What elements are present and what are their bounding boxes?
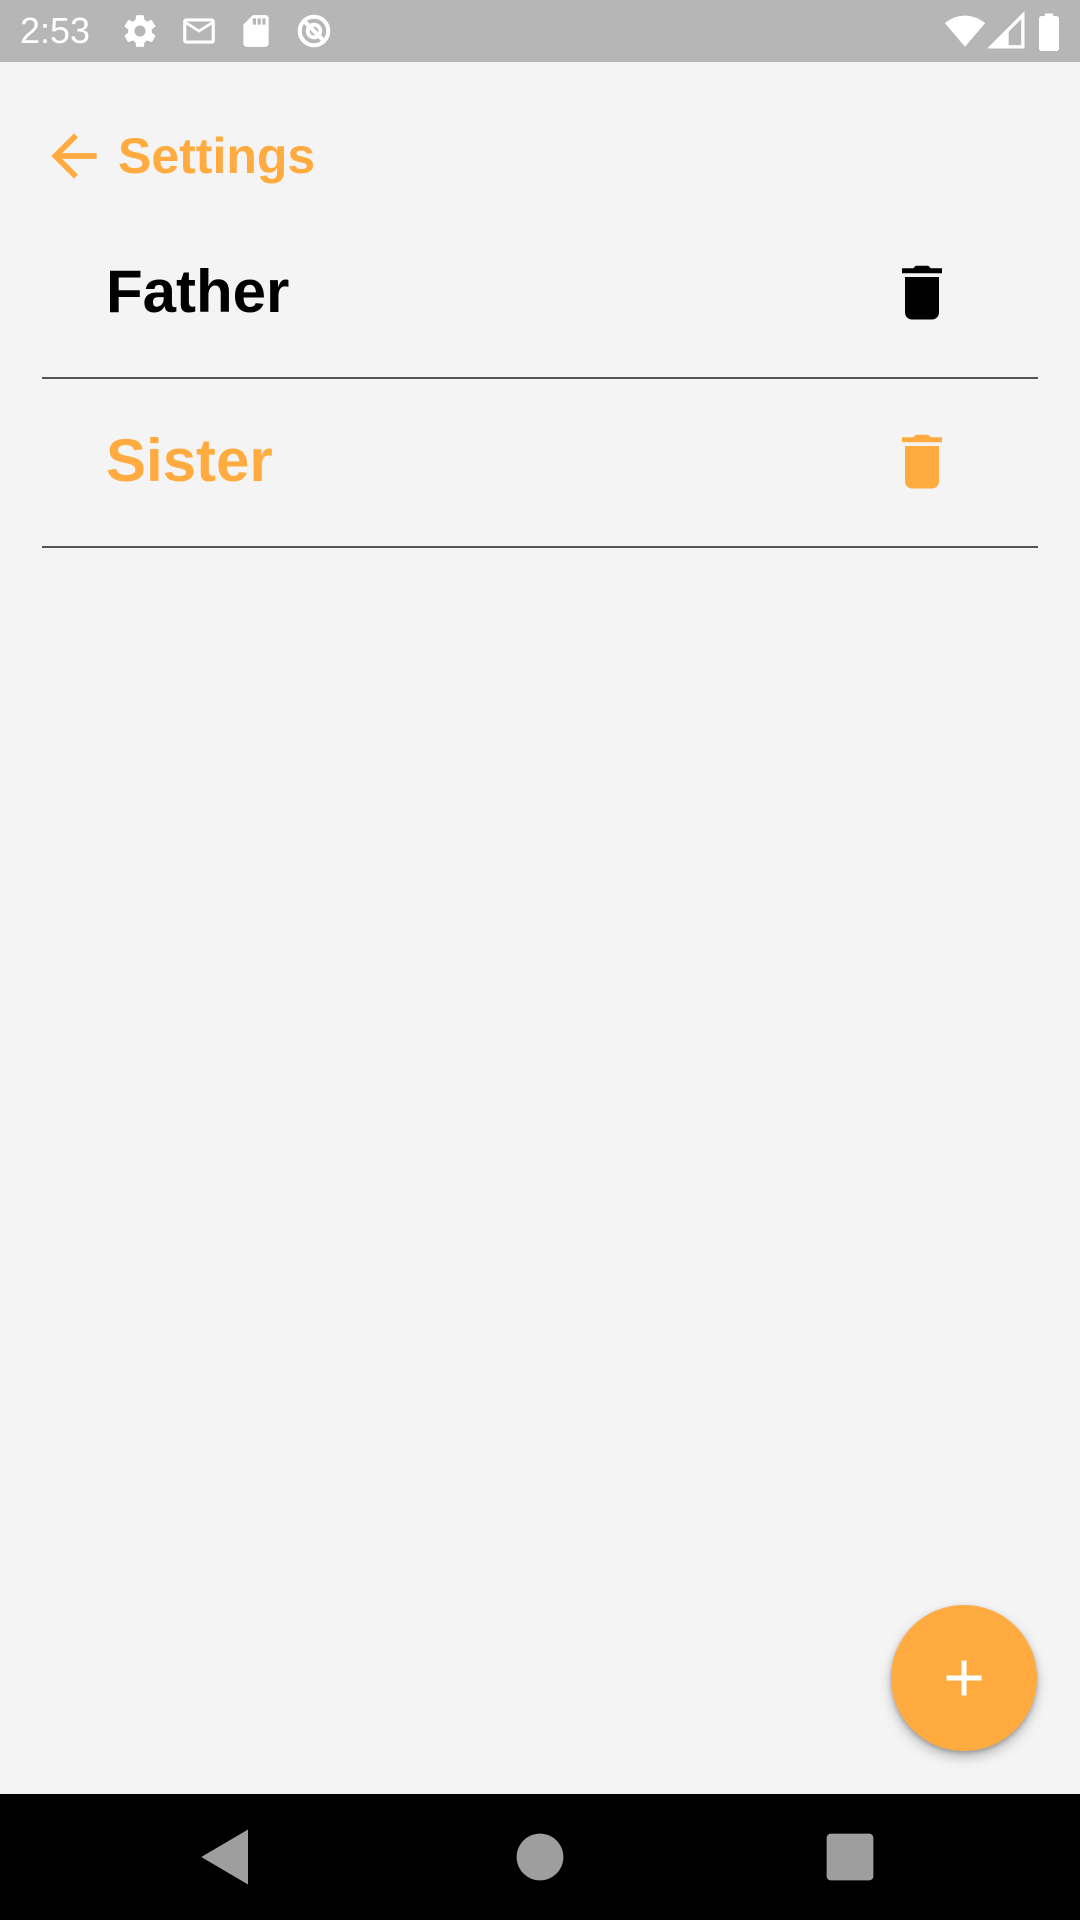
wifi-icon bbox=[944, 10, 986, 52]
plus-icon bbox=[946, 1660, 982, 1696]
home-circle-icon bbox=[516, 1833, 564, 1881]
back-button[interactable] bbox=[40, 122, 108, 190]
nav-home-button[interactable] bbox=[507, 1824, 573, 1890]
gear-icon bbox=[121, 12, 159, 50]
delete-button-father[interactable] bbox=[892, 262, 952, 322]
list-item-label[interactable]: Father bbox=[106, 256, 289, 328]
page-title: Settings bbox=[118, 128, 316, 184]
do-not-disturb-icon bbox=[295, 12, 333, 50]
battery-icon bbox=[1036, 11, 1062, 51]
system-nav-bar bbox=[0, 1794, 1080, 1920]
mail-icon bbox=[180, 12, 218, 50]
cell-signal-icon bbox=[987, 11, 1027, 51]
nav-recents-button[interactable] bbox=[817, 1824, 883, 1890]
list-item-father[interactable]: Father bbox=[42, 210, 1038, 379]
sd-card-icon bbox=[237, 12, 275, 50]
nav-back-button[interactable] bbox=[193, 1824, 259, 1890]
list-item-label[interactable]: Sister bbox=[106, 425, 273, 497]
recents-square-icon bbox=[826, 1833, 874, 1881]
app-header: Settings bbox=[0, 62, 1080, 232]
status-time: 2:53 bbox=[20, 10, 91, 51]
list-item-sister[interactable]: Sister bbox=[42, 379, 1038, 548]
add-button[interactable] bbox=[891, 1605, 1037, 1751]
arrow-back-icon bbox=[51, 133, 97, 179]
back-triangle-icon bbox=[201, 1829, 248, 1885]
trash-icon bbox=[902, 265, 942, 320]
relation-list: Father Sister bbox=[42, 210, 1038, 548]
trash-icon bbox=[902, 434, 942, 489]
status-bar: 2:53 bbox=[0, 0, 1080, 62]
delete-button-sister[interactable] bbox=[892, 431, 952, 491]
